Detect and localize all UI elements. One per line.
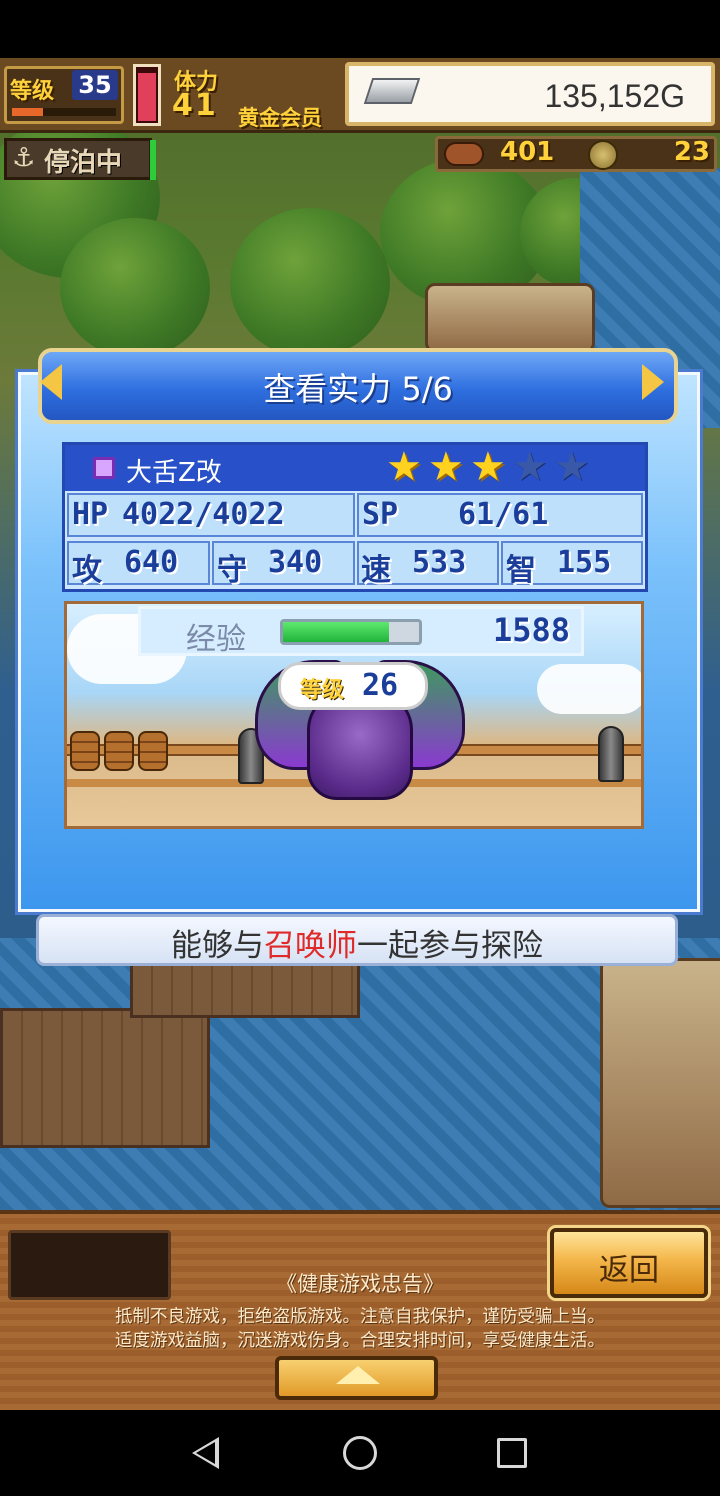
exp-bar-fill (283, 622, 390, 642)
monster-level-value: 26 (362, 668, 399, 703)
player-level-value: 35 (72, 70, 118, 100)
tree-decoration (60, 218, 210, 358)
next-monster-arrow-icon[interactable] (642, 364, 664, 400)
tree-decoration (230, 208, 390, 358)
monster-type-icon (93, 457, 115, 479)
cannon-decoration (598, 726, 624, 782)
medal-amount: 23 (673, 137, 710, 167)
exp-bar (280, 619, 422, 645)
silver-bar-icon (363, 78, 421, 104)
star-filled-icon: ★ (386, 444, 422, 490)
meat-icon (444, 142, 484, 166)
def-value: 340 (268, 545, 323, 580)
dialog-title: 查看实力 5/6 (263, 370, 453, 408)
exp-value: 1588 (492, 611, 570, 649)
star-empty-icon: ★ (554, 444, 590, 490)
description-highlight: 召唤师 (264, 928, 357, 964)
hp-label: HP (72, 497, 109, 532)
food-amount: 401 (500, 137, 555, 167)
monster-level-label: 等级 (300, 678, 345, 703)
hp-value: 4022/4022 (122, 497, 285, 532)
barrel-decoration (70, 731, 100, 771)
player-exp-bar (12, 108, 116, 116)
int-value: 155 (557, 545, 612, 580)
nav-home-icon[interactable] (343, 1436, 377, 1470)
chevron-up-icon (336, 1366, 380, 1384)
player-level-label: 等级 (10, 79, 55, 104)
prev-monster-arrow-icon[interactable] (40, 364, 62, 400)
wooden-pier (0, 1008, 210, 1148)
description-text-end: 一起参与探险 (357, 928, 543, 964)
cloud-decoration (537, 664, 641, 714)
dock-status-label: 停泊中 (44, 148, 123, 178)
atk-label: 攻 (72, 553, 102, 588)
exp-label: 经验 (186, 622, 246, 657)
monster-description: 能够与召唤师一起参与探险 (36, 920, 678, 965)
barrel-decoration (104, 731, 134, 771)
stamina-value: 41 (172, 88, 218, 123)
monster-name: 大舌Z改 (126, 458, 222, 488)
health-notice-line-1: 抵制不良游戏，拒绝盗版游戏。注意自我保护，谨防受骗上当。 (115, 1307, 605, 1327)
nav-back-icon[interactable] (192, 1437, 219, 1469)
medal-icon (588, 140, 618, 170)
nav-recents-icon[interactable] (497, 1438, 527, 1468)
spd-label: 速 (361, 553, 391, 588)
dock-status-indicator (150, 140, 156, 180)
docked-ship (600, 958, 720, 1208)
system-status-bar (0, 0, 720, 58)
sp-value: 61/61 (458, 497, 549, 532)
star-empty-icon: ★ (512, 444, 548, 490)
barrel-decoration (138, 731, 168, 771)
star-filled-icon: ★ (428, 444, 464, 490)
int-label: 智 (506, 553, 536, 588)
health-notice-title: 《健康游戏忠告》 (276, 1272, 444, 1296)
health-notice-line-2: 适度游戏益脑，沉迷游戏伤身。合理安排时间，享受健康生活。 (115, 1331, 605, 1351)
wooden-pier (130, 958, 360, 1018)
stamina-gauge-fill (138, 73, 156, 121)
description-text-start: 能够与 (171, 928, 264, 964)
anchor-icon: ⚓ (12, 143, 36, 173)
spd-value: 533 (412, 545, 467, 580)
player-exp-bar-fill (12, 108, 44, 116)
gold-member-badge: 黄金会员 (238, 106, 322, 130)
stamina-gauge (133, 64, 161, 126)
sp-label: SP (362, 497, 399, 532)
star-filled-icon: ★ (470, 444, 506, 490)
gold-amount: 135,152G (544, 78, 685, 114)
atk-value: 640 (124, 545, 179, 580)
shop-building[interactable] (425, 283, 595, 353)
def-label: 守 (217, 553, 247, 588)
